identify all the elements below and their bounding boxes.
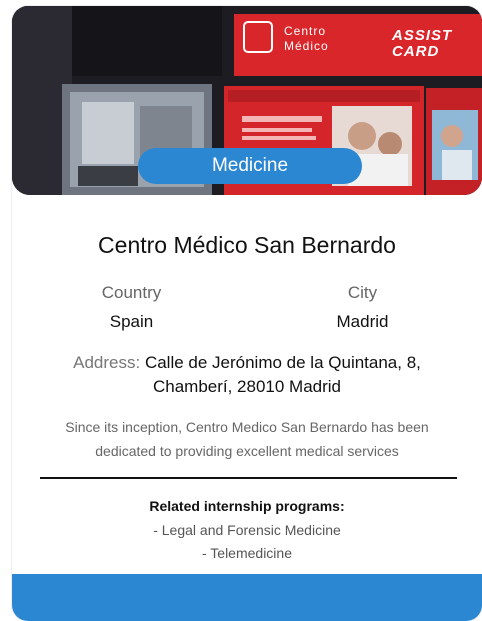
clinic-card: Centro Médico ASSIST CARD Medicine Centr… xyxy=(12,6,482,621)
related-program-item[interactable]: - Telemedicine xyxy=(12,542,482,565)
country-value: Spain xyxy=(109,312,154,331)
category-badge[interactable]: Medicine xyxy=(138,148,362,184)
related-program-item[interactable]: - Legal and Forensic Medicine xyxy=(12,519,482,542)
address: Address: Calle de Jerónimo de la Quintan… xyxy=(12,351,482,399)
city-label: City xyxy=(347,283,378,302)
address-value: Calle de Jerónimo de la Quintana, 8, Cha… xyxy=(144,353,421,396)
related-programs-title: Related internship programs: xyxy=(149,498,345,514)
clinic-photo: Centro Médico ASSIST CARD Medicine xyxy=(12,6,482,195)
location-info: Country Spain City Madrid xyxy=(12,283,482,332)
clinic-description: Since its inception, Centro Medico San B… xyxy=(65,419,429,459)
divider xyxy=(40,477,457,479)
address-label: Address: xyxy=(73,353,141,372)
city-column: City Madrid xyxy=(247,283,482,332)
sign-text-centro-medico: Centro Médico xyxy=(284,24,329,53)
related-programs-list: - Legal and Forensic Medicine - Telemedi… xyxy=(12,519,482,565)
sign-text-assist-card: ASSIST CARD xyxy=(392,27,453,60)
country-label: Country xyxy=(101,283,162,302)
clinic-title: Centro Médico San Bernardo xyxy=(98,232,396,258)
city-value: Madrid xyxy=(336,312,389,331)
card-footer-bar[interactable] xyxy=(12,574,482,621)
country-column: Country Spain xyxy=(12,283,247,332)
